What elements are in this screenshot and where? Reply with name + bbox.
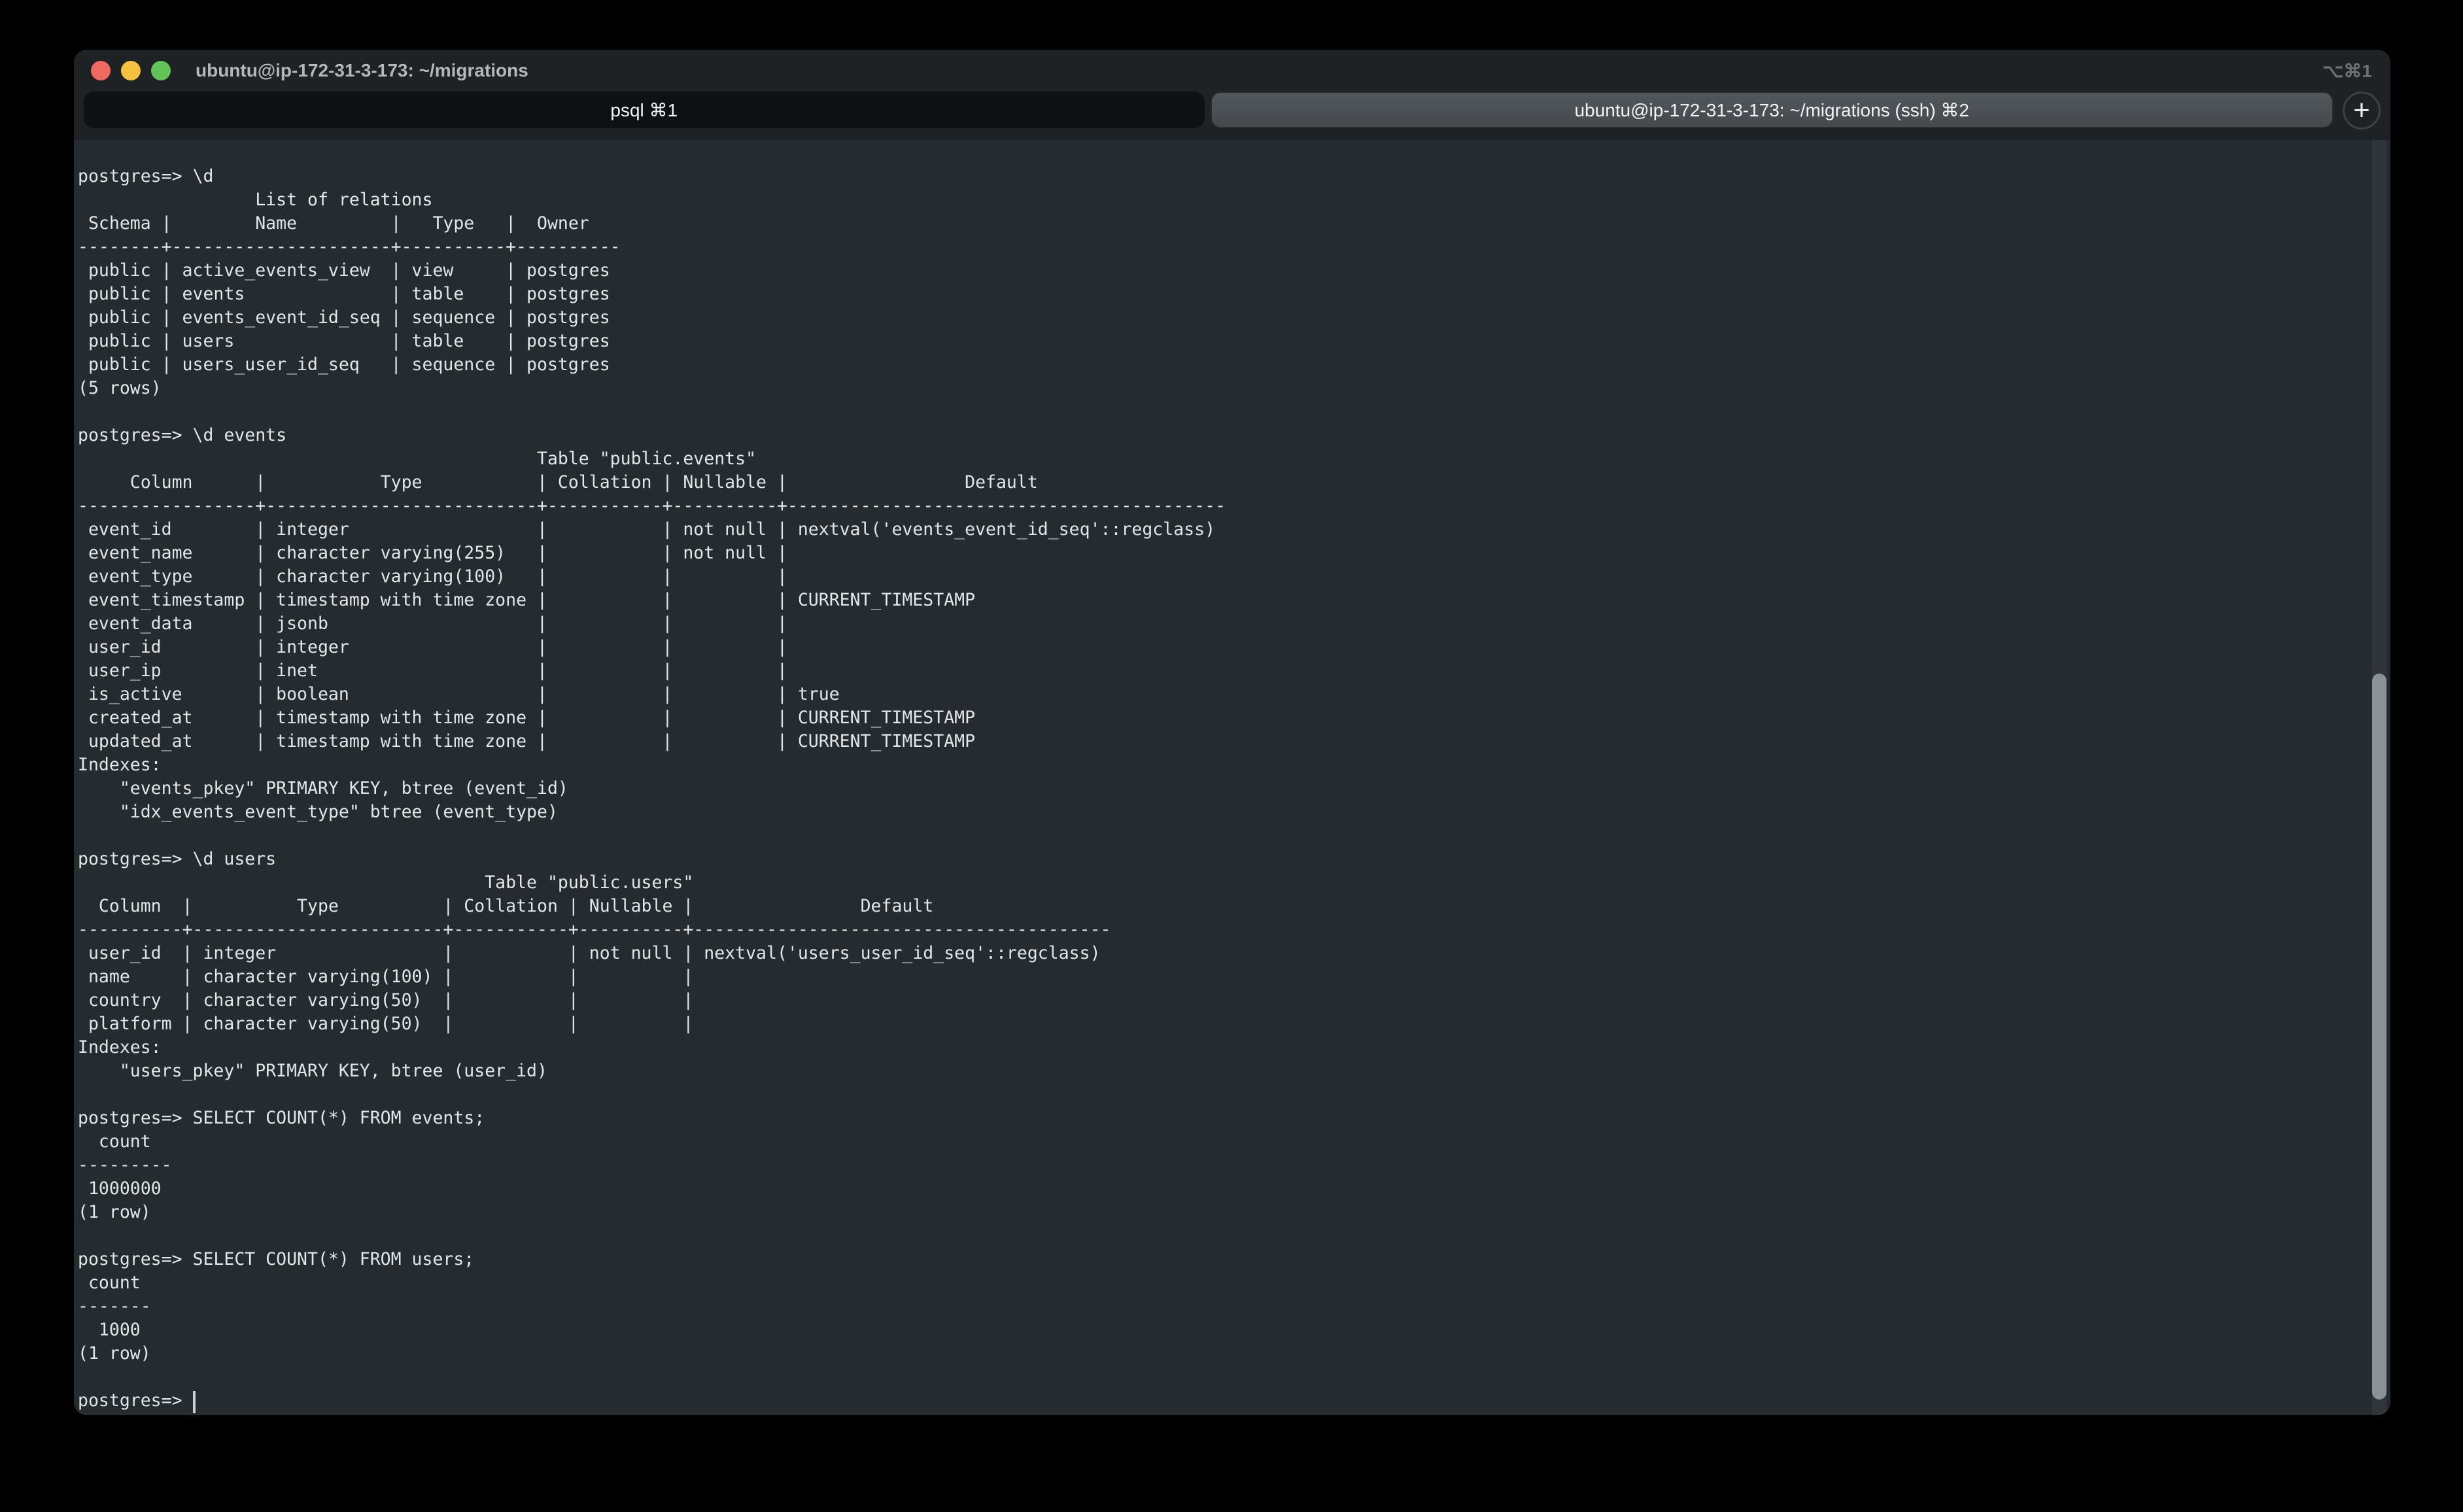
tab-bar: psql ⌘1 ubuntu@ip-172-31-3-173: ~/migrat…	[74, 92, 2390, 140]
terminal-line: public | active_events_view | view | pos…	[78, 259, 2364, 283]
terminal-line: updated_at | timestamp with time zone | …	[78, 730, 2364, 753]
prompt-text: postgres=>	[78, 1390, 193, 1411]
scrollbar-thumb[interactable]	[2372, 674, 2386, 1400]
terminal-line: public | events_event_id_seq | sequence …	[78, 306, 2364, 330]
plus-icon: +	[2353, 96, 2370, 125]
terminal-line: name | character varying(100) | | |	[78, 965, 2364, 989]
terminal-line: user_id | integer | | |	[78, 636, 2364, 659]
terminal-line: "users_pkey" PRIMARY KEY, btree (user_id…	[78, 1059, 2364, 1083]
minimize-button[interactable]	[121, 61, 141, 80]
terminal-line: List of relations	[78, 188, 2364, 212]
terminal-line: 1000	[78, 1318, 2364, 1342]
terminal-line: 1000000	[78, 1177, 2364, 1201]
terminal-line	[78, 1224, 2364, 1248]
terminal-line: Indexes:	[78, 1036, 2364, 1059]
terminal-line: event_data | jsonb | | |	[78, 612, 2364, 636]
tab-psql-label: psql ⌘1	[610, 99, 678, 121]
title-bar[interactable]: ubuntu@ip-172-31-3-173: ~/migrations ⌥⌘1	[74, 50, 2390, 92]
close-button[interactable]	[91, 61, 111, 80]
terminal-line: postgres=> \d	[78, 165, 2364, 188]
terminal-line	[78, 824, 2364, 848]
terminal-line: public | users | table | postgres	[78, 330, 2364, 353]
prompt-line[interactable]: postgres=>	[78, 1389, 2364, 1413]
terminal-line: Indexes:	[78, 753, 2364, 777]
zoom-button[interactable]	[151, 61, 171, 80]
terminal-line: is_active | boolean | | | true	[78, 683, 2364, 706]
terminal-line: Table "public.users"	[78, 871, 2364, 895]
terminal-line: postgres=> \d events	[78, 424, 2364, 447]
terminal-output: postgres=> \d List of relations Schema |…	[78, 165, 2364, 1413]
terminal-line: public | events | table | postgres	[78, 283, 2364, 306]
terminal-line: "idx_events_event_type" btree (event_typ…	[78, 800, 2364, 824]
terminal-line: count	[78, 1130, 2364, 1154]
terminal-line: (1 row)	[78, 1201, 2364, 1224]
terminal-line: Column | Type | Collation | Nullable | D…	[78, 895, 2364, 918]
terminal-line: public | users_user_id_seq | sequence | …	[78, 353, 2364, 377]
text-cursor	[193, 1391, 196, 1413]
terminal-line: ---------	[78, 1154, 2364, 1177]
terminal-line: (5 rows)	[78, 377, 2364, 400]
terminal-line: event_timestamp | timestamp with time zo…	[78, 589, 2364, 612]
terminal-line	[78, 1083, 2364, 1107]
terminal-line: user_id | integer | | not null | nextval…	[78, 942, 2364, 965]
tab-psql[interactable]: psql ⌘1	[84, 92, 1205, 128]
tab-ssh-label: ubuntu@ip-172-31-3-173: ~/migrations (ss…	[1574, 99, 1969, 121]
tab-ssh[interactable]: ubuntu@ip-172-31-3-173: ~/migrations (ss…	[1211, 92, 2334, 128]
terminal-line: event_id | integer | | not null | nextva…	[78, 518, 2364, 541]
terminal-line: postgres=> \d users	[78, 848, 2364, 871]
terminal-line: user_ip | inet | | |	[78, 659, 2364, 683]
terminal-line: event_name | character varying(255) | | …	[78, 541, 2364, 565]
terminal-line: "events_pkey" PRIMARY KEY, btree (event_…	[78, 777, 2364, 800]
window-title: ubuntu@ip-172-31-3-173: ~/migrations	[196, 60, 528, 81]
terminal-window: ubuntu@ip-172-31-3-173: ~/migrations ⌥⌘1…	[74, 50, 2390, 1415]
terminal-line: postgres=> SELECT COUNT(*) FROM users;	[78, 1248, 2364, 1271]
new-tab-button[interactable]: +	[2343, 92, 2381, 129]
terminal-line: (1 row)	[78, 1342, 2364, 1366]
terminal-screen[interactable]: postgres=> \d List of relations Schema |…	[74, 140, 2390, 1415]
terminal-line	[78, 400, 2364, 424]
terminal-line: -----------------+----------------------…	[78, 494, 2364, 518]
terminal-line: created_at | timestamp with time zone | …	[78, 706, 2364, 730]
terminal-line: --------+---------------------+---------…	[78, 235, 2364, 259]
terminal-line: Column | Type | Collation | Nullable | D…	[78, 471, 2364, 494]
terminal-line: Table "public.events"	[78, 447, 2364, 471]
terminal-line: Schema | Name | Type | Owner	[78, 212, 2364, 235]
terminal-line: ----------+------------------------+----…	[78, 918, 2364, 942]
terminal-line: platform | character varying(50) | | |	[78, 1012, 2364, 1036]
terminal-line: count	[78, 1271, 2364, 1295]
terminal-line: -------	[78, 1295, 2364, 1318]
window-shortcut-hint: ⌥⌘1	[2322, 60, 2372, 82]
terminal-line: country | character varying(50) | | |	[78, 989, 2364, 1012]
terminal-line: event_type | character varying(100) | | …	[78, 565, 2364, 589]
traffic-lights	[91, 61, 171, 80]
terminal-line: postgres=> SELECT COUNT(*) FROM events;	[78, 1107, 2364, 1130]
terminal-line	[78, 1366, 2364, 1389]
